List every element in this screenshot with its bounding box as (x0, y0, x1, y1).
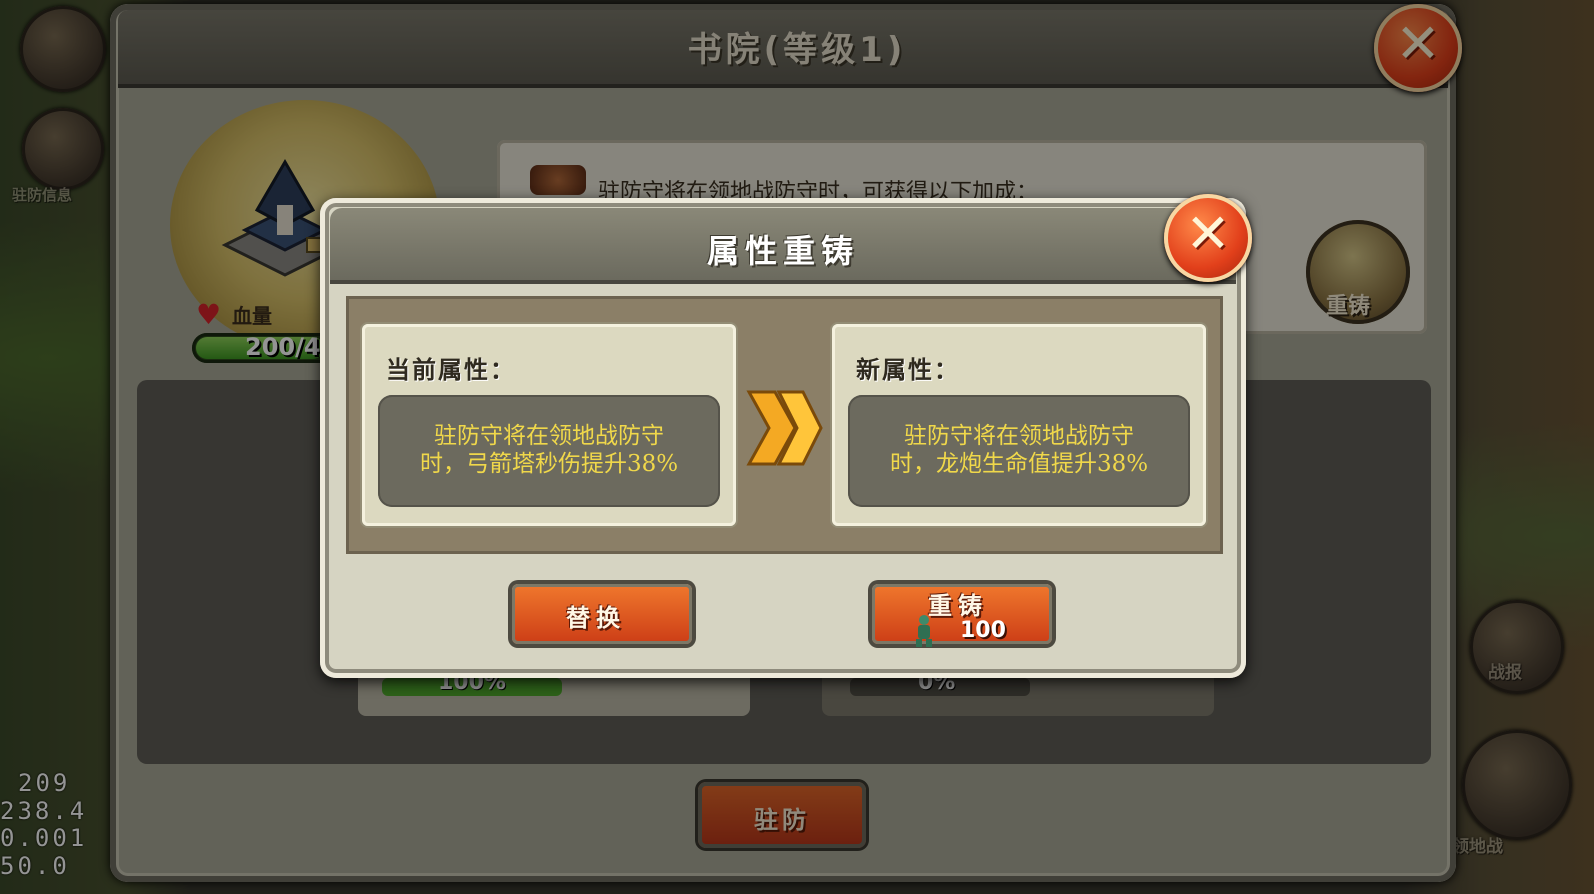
reforge-button[interactable]: 重铸 100 (858, 570, 1066, 658)
new-attribute-line1: 驻防守将在领地战防守 (904, 423, 1134, 449)
new-attribute-text: 驻防守将在领地战防守 时，龙炮生命值提升38% (848, 422, 1190, 478)
current-attribute-line1: 驻防守将在领地战防守 (434, 423, 664, 449)
bronze-figure-icon (916, 615, 932, 647)
reforge-cost: 100 (960, 618, 1006, 643)
replace-button-label: 替换 (566, 604, 626, 632)
current-attribute-heading: 当前属性： (386, 356, 516, 384)
new-attribute-line2: 时，龙炮生命值提升38% (889, 451, 1149, 477)
double-chevron-right-icon (746, 390, 823, 466)
current-attribute-text: 驻防守将在领地战防守 时，弓箭塔秒伤提升38% (378, 422, 720, 478)
new-attribute-heading: 新属性： (856, 356, 960, 384)
reforge-dialog-title: 属性重铸 (706, 232, 859, 270)
current-attribute-line2: 时，弓箭塔秒伤提升38% (419, 451, 679, 477)
replace-button[interactable]: 替换 (498, 570, 706, 658)
close-icon: ✕ (1185, 202, 1231, 265)
